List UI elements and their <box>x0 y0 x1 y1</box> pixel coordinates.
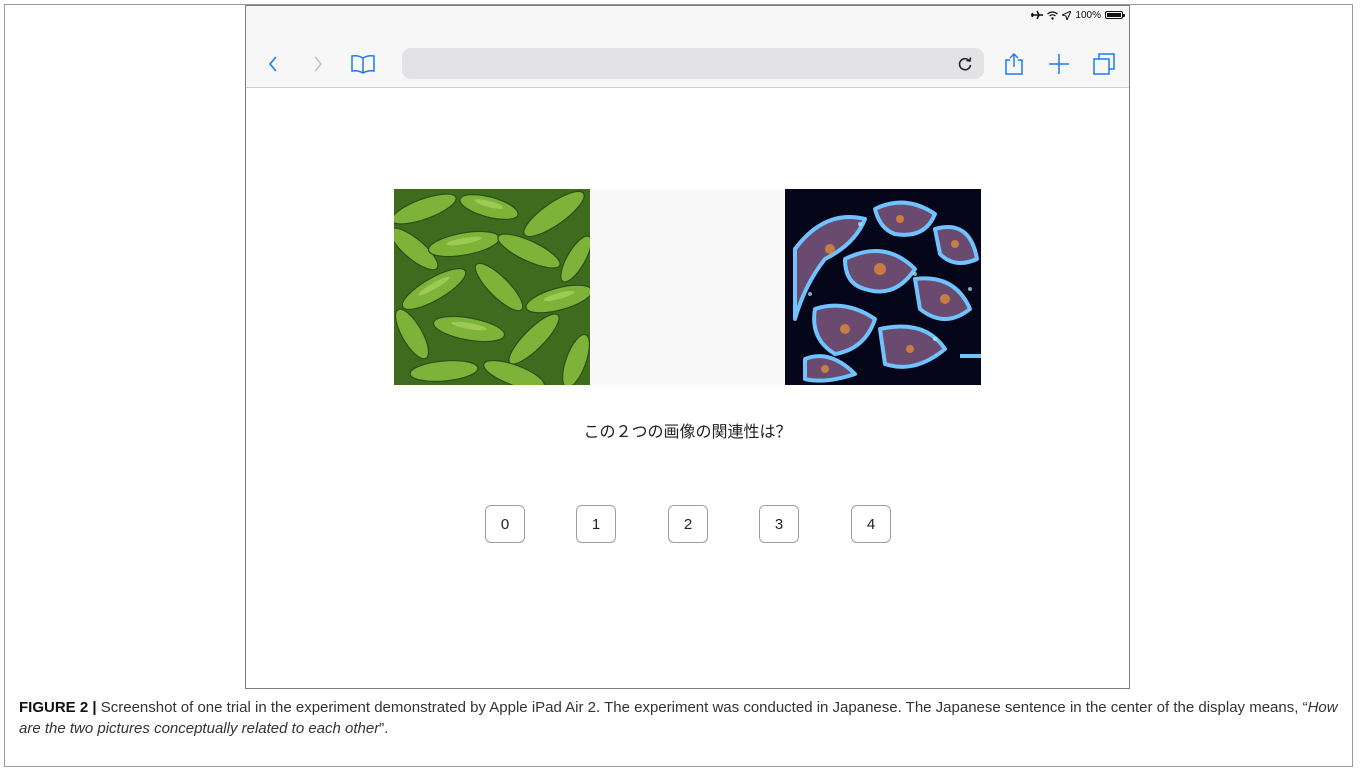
battery-icon <box>1105 11 1125 19</box>
reload-button[interactable] <box>954 53 976 75</box>
image-pair <box>394 189 981 385</box>
reload-icon <box>958 57 972 71</box>
edamame-image <box>394 189 590 385</box>
battery-percent: 100% <box>1075 9 1101 21</box>
battery-fill <box>1107 13 1121 17</box>
tabs-button[interactable] <box>1089 49 1119 79</box>
caption-text: Screenshot of one trial in the experimen… <box>96 699 1308 716</box>
rating-button-0[interactable]: 0 <box>485 505 525 543</box>
book-icon <box>351 55 375 74</box>
status-bar: 100% <box>1031 7 1125 23</box>
rating-button-1[interactable]: 1 <box>576 505 616 543</box>
figure-frame: 100% この２つの画像の関連性は？ 0 1 2 3 4 FIGURE 2 | … <box>4 4 1353 767</box>
airplane-icon <box>1031 10 1044 20</box>
address-bar[interactable] <box>402 48 984 79</box>
chevron-left-icon <box>268 56 277 72</box>
rating-button-3[interactable]: 3 <box>759 505 799 543</box>
bookmarks-button[interactable] <box>348 49 378 79</box>
ipad-screen: 100% この２つの画像の関連性は？ 0 1 2 3 4 <box>245 5 1130 689</box>
chevron-right-icon <box>314 56 323 72</box>
figure-caption: FIGURE 2 | Screenshot of one trial in th… <box>19 697 1349 739</box>
share-icon <box>1005 52 1023 75</box>
new-tab-button[interactable] <box>1044 49 1074 79</box>
figure-label: FIGURE 2 <box>19 699 89 716</box>
browser-toolbar: 100% <box>246 6 1129 88</box>
rating-scale: 0 1 2 3 4 <box>485 505 893 545</box>
caption-end: ”. <box>379 720 389 737</box>
location-icon <box>1062 10 1072 20</box>
tabs-icon <box>1093 53 1115 75</box>
plus-icon <box>1049 54 1069 74</box>
question-text: この２つの画像の関連性は？ <box>583 422 792 441</box>
share-button[interactable] <box>999 49 1029 79</box>
forward-button[interactable] <box>303 49 333 79</box>
web-content: この２つの画像の関連性は？ 0 1 2 3 4 <box>246 89 1129 688</box>
rating-button-4[interactable]: 4 <box>851 505 891 543</box>
virus-micrograph-image <box>785 189 981 385</box>
back-button[interactable] <box>258 49 288 79</box>
wifi-icon <box>1047 10 1059 20</box>
rating-button-2[interactable]: 2 <box>668 505 708 543</box>
